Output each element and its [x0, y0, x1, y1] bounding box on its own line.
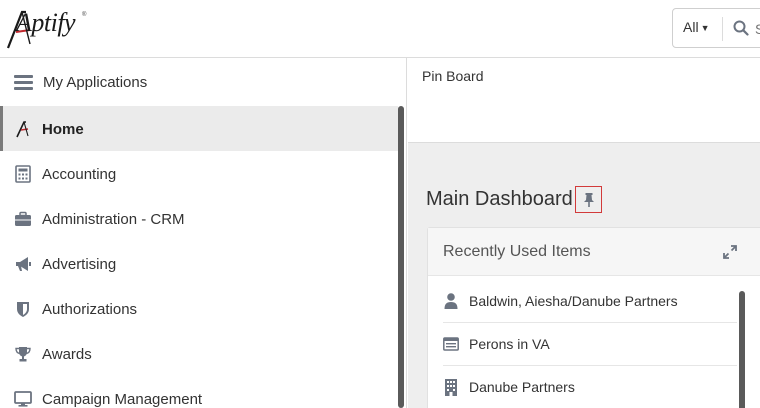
my-applications-label: My Applications: [43, 74, 148, 91]
widget-title: Recently Used Items: [443, 243, 591, 260]
sidebar-item-campaign-management[interactable]: Campaign Management: [0, 376, 398, 408]
list-item[interactable]: Perons in VA: [443, 323, 737, 366]
logo-text: Aptify: [16, 8, 76, 37]
list-item[interactable]: Danube Partners: [443, 366, 737, 408]
shield-icon: [17, 302, 29, 317]
list-item-label: Baldwin, Aiesha/Danube Partners: [469, 293, 678, 309]
widget-header: Recently Used Items: [428, 228, 760, 276]
pin-board: Pin Board: [408, 58, 760, 143]
top-header: Aptify ® All ▼: [0, 0, 760, 58]
recently-used-items-widget: Recently Used Items Baldwin, Aiesha/Danu…: [427, 227, 760, 408]
building-icon: [445, 379, 457, 396]
person-icon: [444, 293, 458, 309]
sidebar-item-label: Advertising: [42, 256, 117, 273]
search-divider: [722, 17, 723, 41]
search-icon[interactable]: [733, 20, 749, 36]
list-item[interactable]: Baldwin, Aiesha/Danube Partners: [443, 280, 737, 323]
sidebar: My Applications Home Accounting Administ…: [0, 58, 407, 408]
main-content: Pin Board Main Dashboard Recently Used I…: [408, 58, 760, 408]
search-scope-dropdown[interactable]: All ▼: [683, 19, 709, 35]
search-input[interactable]: [755, 18, 760, 40]
aptify-logo-icon: [16, 121, 29, 138]
sidebar-item-label: Authorizations: [42, 301, 138, 318]
calculator-icon: [15, 165, 31, 183]
sidebar-item-label: Administration - CRM: [42, 211, 185, 228]
expand-icon[interactable]: [722, 244, 738, 260]
sidebar-item-label: Campaign Management: [42, 391, 203, 408]
briefcase-icon: [15, 211, 31, 226]
sidebar-item-label: Awards: [42, 346, 92, 363]
pushpin-icon: [584, 193, 594, 207]
pin-board-title: Pin Board: [422, 68, 484, 84]
dashboard-title: Main Dashboard: [426, 188, 573, 210]
global-search: All ▼: [672, 8, 760, 48]
caret-down-icon: ▼: [700, 23, 710, 33]
trophy-icon: [15, 347, 31, 362]
hamburger-menu-icon[interactable]: [14, 75, 34, 91]
list-item-label: Perons in VA: [469, 336, 550, 352]
sidebar-item-awards[interactable]: Awards: [0, 331, 398, 376]
sidebar-item-authorizations[interactable]: Authorizations: [0, 286, 398, 331]
megaphone-icon: [16, 257, 31, 271]
sidebar-item-advertising[interactable]: Advertising: [0, 241, 398, 286]
list-view-icon: [443, 337, 459, 351]
sidebar-item-label: Home: [42, 121, 84, 138]
pin-button[interactable]: [575, 186, 602, 213]
my-applications-header[interactable]: My Applications: [0, 58, 406, 106]
sidebar-item-accounting[interactable]: Accounting: [0, 151, 398, 196]
sidebar-item-label: Accounting: [42, 166, 117, 183]
widget-scrollbar[interactable]: [739, 291, 745, 408]
sidebar-scrollbar[interactable]: [398, 106, 404, 408]
sidebar-item-home[interactable]: Home: [0, 106, 398, 151]
aptify-logo[interactable]: Aptify ®: [6, 6, 90, 50]
monitor-icon: [14, 391, 32, 407]
list-item-label: Danube Partners: [469, 379, 575, 395]
registered-mark: ®: [82, 12, 87, 18]
search-scope-label: All: [683, 19, 699, 35]
sidebar-item-administration-crm[interactable]: Administration - CRM: [0, 196, 398, 241]
